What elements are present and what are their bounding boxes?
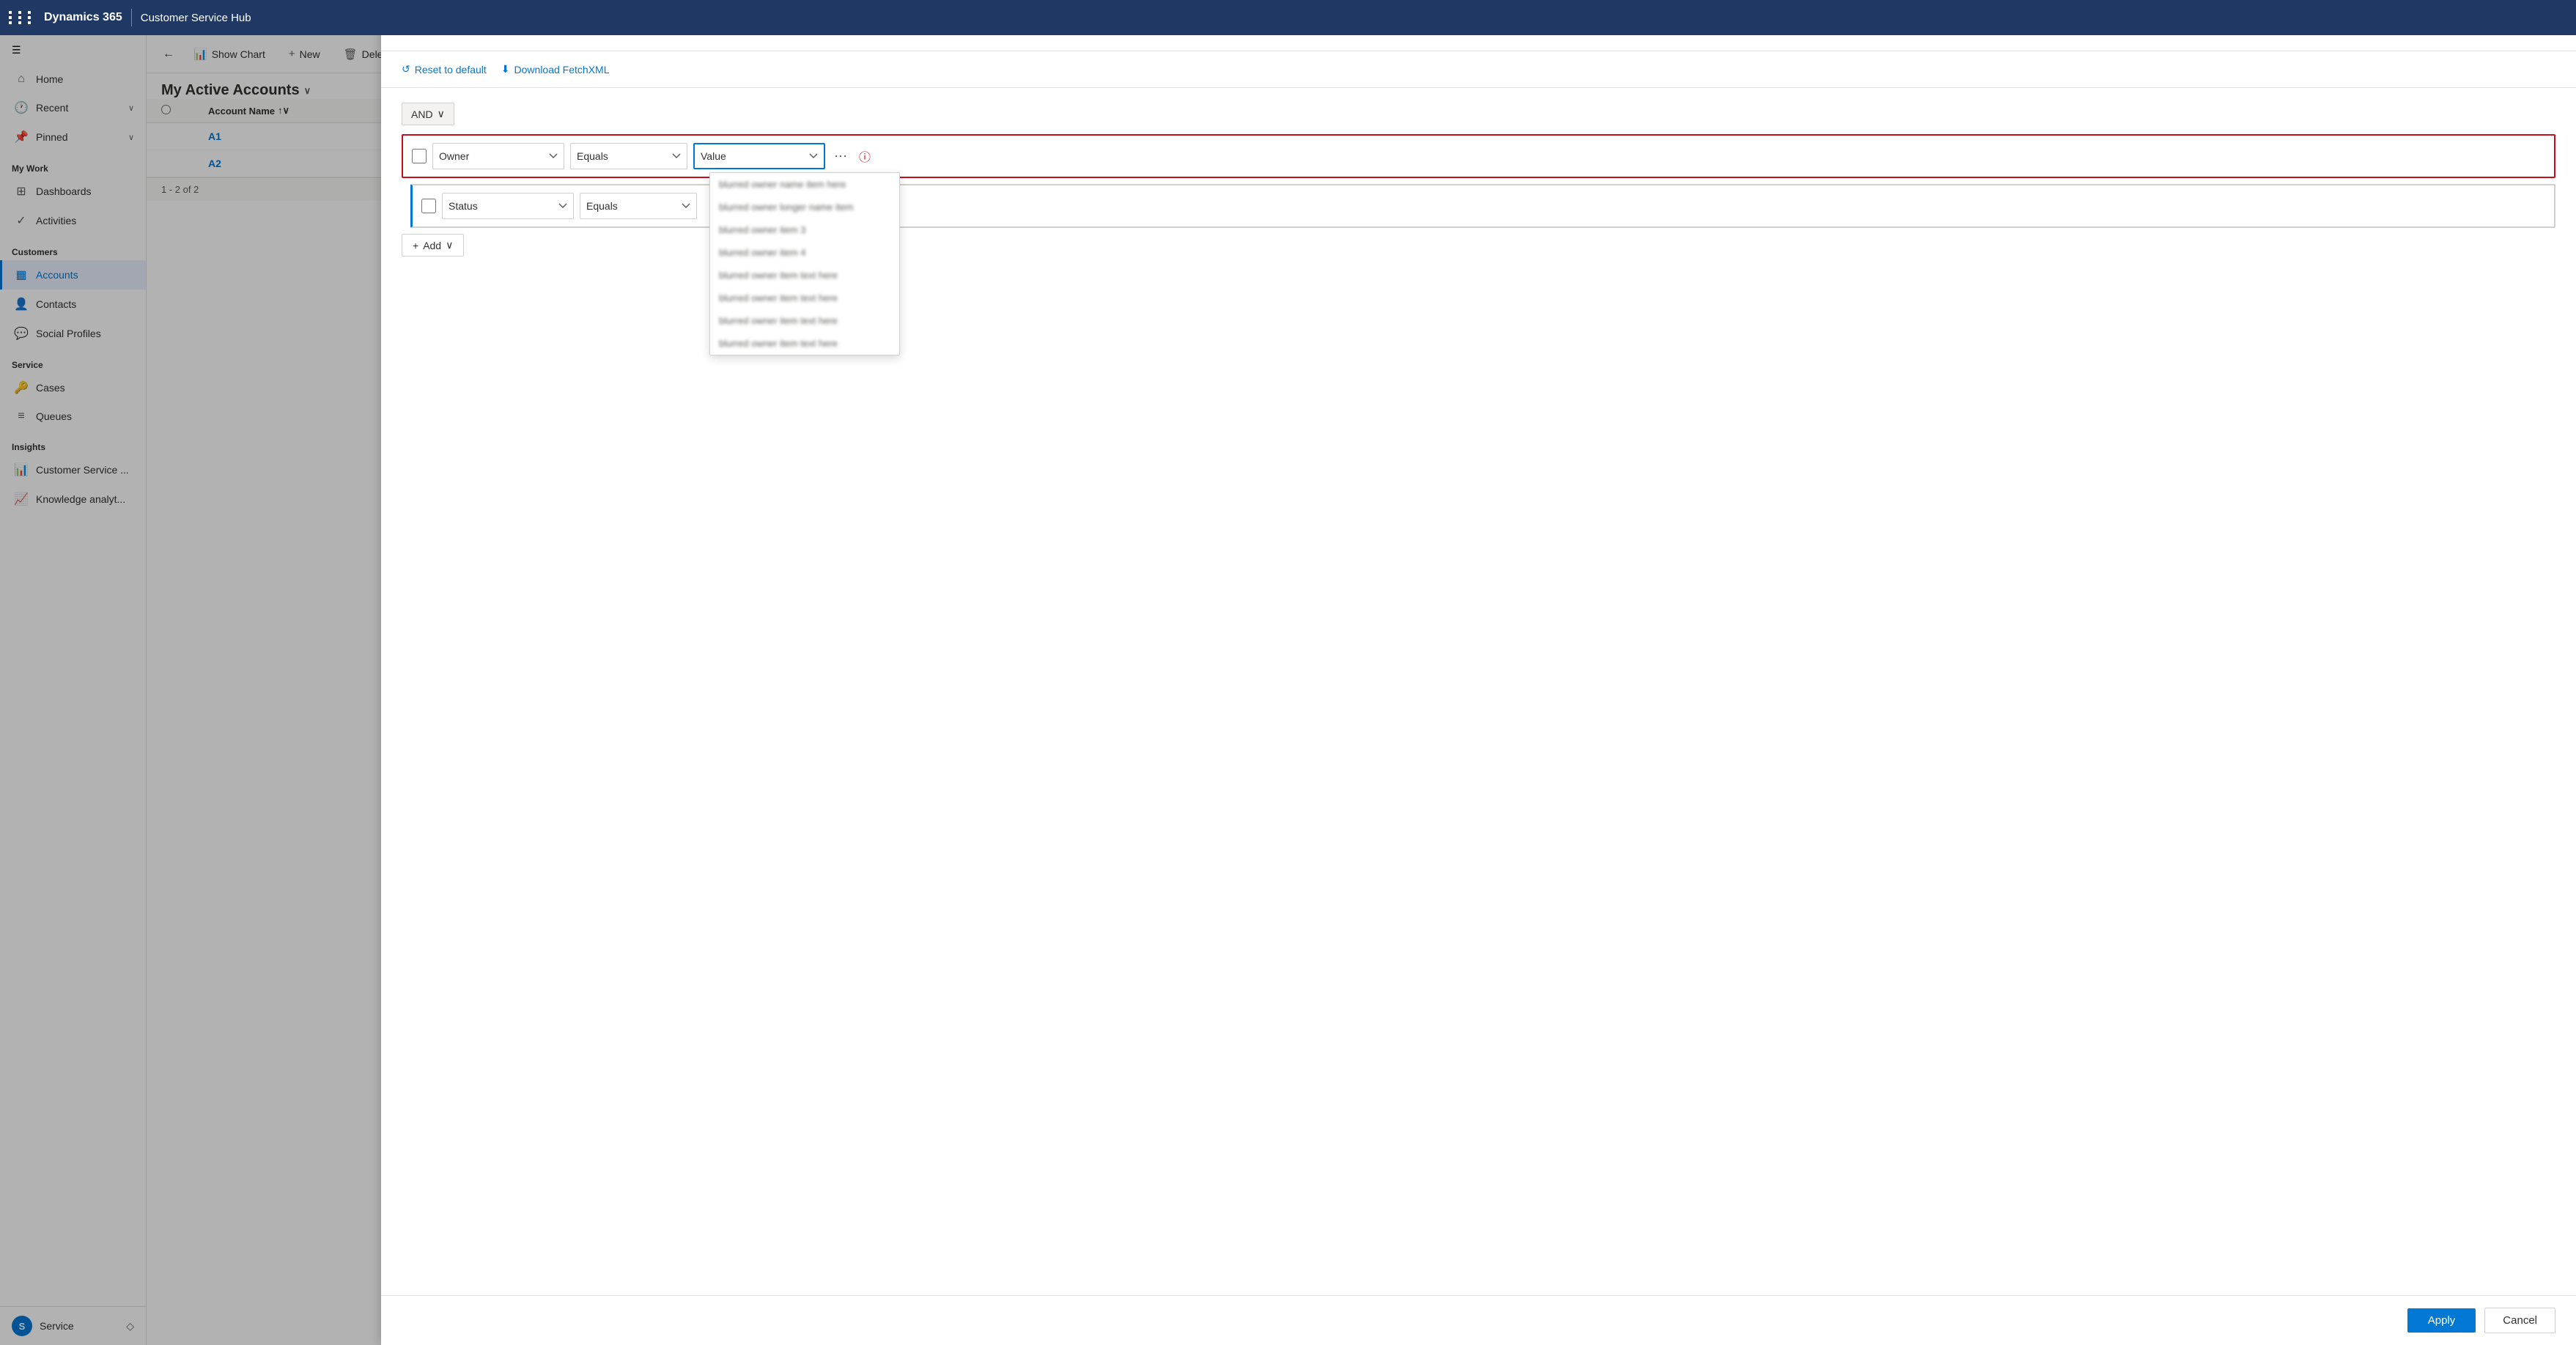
value-dropdown: blurred owner name item here blurred own…: [709, 172, 900, 355]
filter-row-1-more-button[interactable]: ⋯: [831, 146, 850, 167]
add-label: Add: [423, 240, 441, 251]
filter-operator-equals-1[interactable]: Equals: [570, 143, 687, 169]
and-label: AND: [411, 108, 433, 120]
filter-row-2-checkbox[interactable]: [421, 199, 436, 213]
apply-button[interactable]: Apply: [2407, 1308, 2476, 1333]
app-grid-icon[interactable]: [9, 11, 35, 24]
filter-actions-bar: ↺ Reset to default ⬇ Download FetchXML: [381, 51, 2576, 88]
download-fetchxml-button[interactable]: ⬇ Download FetchXML: [501, 60, 610, 78]
filter-value-select[interactable]: Value: [693, 143, 825, 169]
app-name: Dynamics 365: [44, 11, 122, 24]
dropdown-item[interactable]: blurred owner item text here: [710, 309, 899, 332]
cancel-button[interactable]: Cancel: [2484, 1308, 2555, 1333]
and-group-button[interactable]: AND ∨: [402, 103, 454, 125]
filter-row-1-checkbox[interactable]: [412, 149, 427, 163]
filter-row-1: Owner Equals Value ⋯ ⓘ: [402, 134, 2555, 178]
plus-icon: +: [413, 240, 418, 251]
filter-body: AND ∨ Owner Equals Value ⋯ ⓘ 🔍: [381, 88, 2576, 1295]
reset-to-default-button[interactable]: ↺ Reset to default: [402, 60, 487, 78]
add-filter-button[interactable]: + Add ∨: [402, 234, 464, 257]
error-icon: ⓘ: [859, 147, 871, 165]
filter-panel: Edit filters: Accounts ✕ ↺ Reset to defa…: [381, 0, 2576, 1345]
chevron-down-icon: ∨: [446, 239, 453, 251]
reset-icon: ↺: [402, 63, 410, 75]
filter-field-owner[interactable]: Owner: [432, 143, 564, 169]
dropdown-item[interactable]: blurred owner name item here: [710, 173, 899, 196]
dropdown-item[interactable]: blurred owner longer name item: [710, 196, 899, 218]
reset-label: Reset to default: [415, 64, 487, 75]
dropdown-item[interactable]: blurred owner item 4: [710, 241, 899, 264]
nav-divider: [131, 9, 132, 26]
filter-row-container-1: Owner Equals Value ⋯ ⓘ 🔍 Advanced lookup…: [402, 134, 2555, 178]
chevron-down-icon: ∨: [438, 108, 445, 120]
download-icon: ⬇: [501, 63, 510, 75]
filter-operator-equals-2[interactable]: Equals: [580, 193, 697, 219]
filter-field-status[interactable]: Status: [442, 193, 574, 219]
dropdown-item[interactable]: blurred owner item text here: [710, 264, 899, 287]
hub-name: Customer Service Hub: [141, 12, 251, 24]
filter-footer: Apply Cancel: [381, 1295, 2576, 1345]
dropdown-item[interactable]: blurred owner item text here: [710, 287, 899, 309]
top-nav: Dynamics 365 Customer Service Hub: [0, 0, 2576, 35]
dropdown-item[interactable]: blurred owner item 3: [710, 218, 899, 241]
download-label: Download FetchXML: [514, 64, 610, 75]
dropdown-item[interactable]: blurred owner item text here: [710, 332, 899, 355]
